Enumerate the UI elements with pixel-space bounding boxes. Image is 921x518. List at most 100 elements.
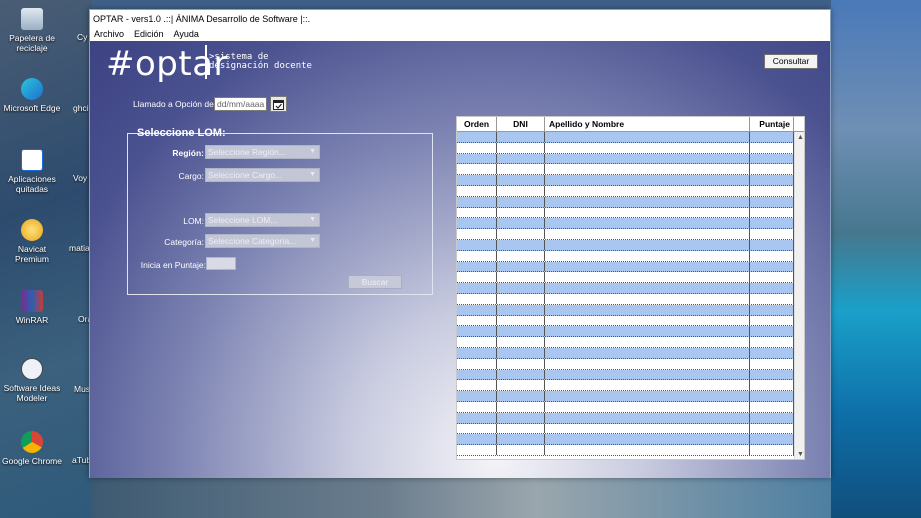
table-cell[interactable] bbox=[545, 239, 750, 250]
table-row[interactable] bbox=[457, 261, 794, 273]
table-cell[interactable] bbox=[750, 391, 794, 401]
table-row[interactable] bbox=[457, 304, 794, 316]
table-cell[interactable] bbox=[457, 445, 497, 455]
table-cell[interactable] bbox=[457, 391, 497, 401]
table-cell[interactable] bbox=[457, 337, 497, 347]
desktop-icon-winrar[interactable]: WinRAR bbox=[0, 290, 64, 325]
table-cell[interactable] bbox=[545, 164, 750, 175]
table-cell[interactable] bbox=[457, 250, 497, 261]
table-cell[interactable] bbox=[750, 196, 794, 207]
table-cell[interactable] bbox=[750, 337, 794, 347]
desktop-partial-label[interactable]: matia d bbox=[69, 243, 89, 253]
table-row[interactable] bbox=[457, 229, 794, 240]
table-cell[interactable] bbox=[750, 175, 794, 185]
table-row[interactable] bbox=[457, 207, 794, 219]
column-header-dni[interactable]: DNI bbox=[497, 117, 545, 131]
table-row[interactable] bbox=[457, 434, 794, 446]
table-cell[interactable] bbox=[457, 347, 497, 358]
table-row[interactable] bbox=[457, 445, 794, 456]
table-cell[interactable] bbox=[750, 434, 794, 445]
table-cell[interactable] bbox=[497, 423, 545, 434]
table-cell[interactable] bbox=[457, 261, 497, 272]
table-cell[interactable] bbox=[497, 250, 545, 261]
table-cell[interactable] bbox=[457, 175, 497, 185]
table-cell[interactable] bbox=[750, 358, 794, 369]
table-row[interactable] bbox=[457, 175, 794, 186]
table-cell[interactable] bbox=[545, 358, 750, 369]
table-row[interactable] bbox=[457, 337, 794, 348]
table-cell[interactable] bbox=[545, 337, 750, 347]
table-row[interactable] bbox=[457, 391, 794, 402]
table-cell[interactable] bbox=[457, 283, 497, 293]
table-cell[interactable] bbox=[545, 412, 750, 423]
table-cell[interactable] bbox=[457, 434, 497, 445]
table-cell[interactable] bbox=[497, 239, 545, 250]
table-cell[interactable] bbox=[750, 153, 794, 164]
table-row[interactable] bbox=[457, 293, 794, 305]
table-cell[interactable] bbox=[750, 380, 794, 391]
table-row[interactable] bbox=[457, 272, 794, 284]
llamado-date-input[interactable]: dd/mm/aaaa bbox=[214, 97, 267, 111]
table-cell[interactable] bbox=[750, 229, 794, 239]
table-cell[interactable] bbox=[545, 218, 750, 229]
table-cell[interactable] bbox=[750, 164, 794, 175]
table-cell[interactable] bbox=[750, 369, 794, 380]
table-cell[interactable] bbox=[750, 423, 794, 434]
table-cell[interactable] bbox=[545, 304, 750, 315]
table-cell[interactable] bbox=[545, 132, 750, 142]
table-cell[interactable] bbox=[497, 218, 545, 229]
table-cell[interactable] bbox=[545, 153, 750, 164]
table-cell[interactable] bbox=[457, 358, 497, 369]
table-cell[interactable] bbox=[497, 293, 545, 304]
menu-ayuda[interactable]: Ayuda bbox=[174, 29, 199, 41]
table-cell[interactable] bbox=[457, 164, 497, 175]
table-cell[interactable] bbox=[750, 142, 794, 153]
table-row[interactable] bbox=[457, 369, 794, 381]
table-cell[interactable] bbox=[497, 196, 545, 207]
table-cell[interactable] bbox=[750, 304, 794, 315]
table-cell[interactable] bbox=[497, 337, 545, 347]
table-cell[interactable] bbox=[545, 283, 750, 293]
table-cell[interactable] bbox=[545, 434, 750, 445]
table-cell[interactable] bbox=[497, 412, 545, 423]
table-cell[interactable] bbox=[545, 423, 750, 434]
table-cell[interactable] bbox=[497, 380, 545, 391]
column-header-apellido-nombre[interactable]: Apellido y Nombre bbox=[545, 117, 750, 131]
table-cell[interactable] bbox=[457, 293, 497, 304]
table-cell[interactable] bbox=[497, 391, 545, 401]
table-cell[interactable] bbox=[497, 326, 545, 337]
column-header-puntaje[interactable]: Puntaje bbox=[750, 117, 794, 131]
buscar-button[interactable]: Buscar bbox=[348, 275, 402, 289]
table-cell[interactable] bbox=[497, 304, 545, 315]
table-cell[interactable] bbox=[545, 229, 750, 239]
table-cell[interactable] bbox=[497, 153, 545, 164]
table-cell[interactable] bbox=[497, 132, 545, 142]
table-cell[interactable] bbox=[457, 218, 497, 229]
table-row[interactable] bbox=[457, 132, 794, 143]
table-row[interactable] bbox=[457, 142, 794, 154]
table-row[interactable] bbox=[457, 380, 794, 392]
table-cell[interactable] bbox=[750, 293, 794, 304]
table-cell[interactable] bbox=[497, 142, 545, 153]
table-row[interactable] bbox=[457, 347, 794, 359]
desktop-icon-recycle-bin[interactable]: Papelera de reciclaje bbox=[0, 8, 64, 53]
table-cell[interactable] bbox=[750, 283, 794, 293]
table-row[interactable] bbox=[457, 315, 794, 327]
table-cell[interactable] bbox=[457, 304, 497, 315]
table-cell[interactable] bbox=[497, 283, 545, 293]
table-cell[interactable] bbox=[497, 401, 545, 412]
desktop-icon-chrome[interactable]: Google Chrome bbox=[0, 431, 64, 466]
table-cell[interactable] bbox=[457, 412, 497, 423]
puntaje-input[interactable] bbox=[206, 257, 236, 270]
table-cell[interactable] bbox=[750, 132, 794, 142]
table-cell[interactable] bbox=[457, 401, 497, 412]
table-row[interactable] bbox=[457, 358, 794, 370]
table-cell[interactable] bbox=[497, 347, 545, 358]
table-cell[interactable] bbox=[750, 207, 794, 218]
table-cell[interactable] bbox=[545, 272, 750, 283]
table-cell[interactable] bbox=[497, 175, 545, 185]
table-cell[interactable] bbox=[545, 401, 750, 412]
table-cell[interactable] bbox=[497, 369, 545, 380]
menu-archivo[interactable]: Archivo bbox=[94, 29, 124, 41]
table-cell[interactable] bbox=[750, 326, 794, 337]
